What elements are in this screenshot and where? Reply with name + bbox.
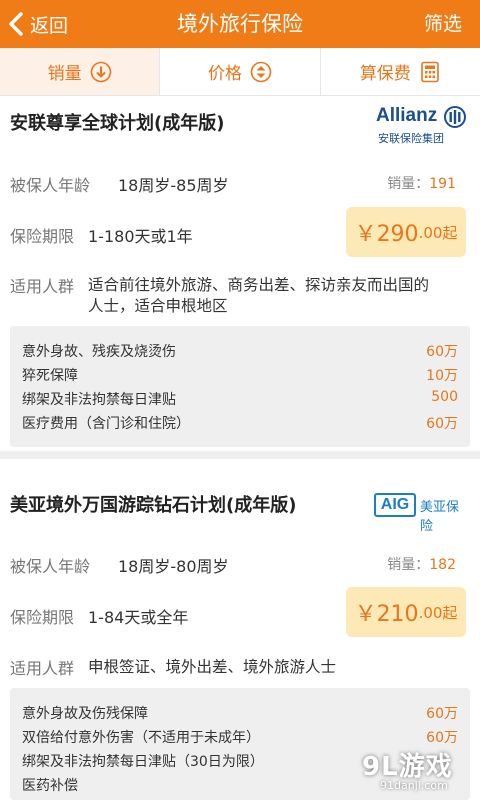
sort-by-sales[interactable]: 销量 (0, 48, 161, 95)
sort-toggle-icon (250, 61, 272, 83)
group-value-line1: 适合前往境外旅游、商务出差、探访亲友而出国的 (88, 276, 430, 294)
period-value: 1-84天或全年 (88, 608, 189, 627)
product-card[interactable]: 安联尊享全球计划(成年版) Allianz 安联保险集团 被保人年龄 18周岁-… (0, 97, 480, 447)
sort-sales-label: 销量 (47, 64, 82, 84)
top-bar: 返回 境外旅行保险 筛选 (0, 0, 480, 48)
coverage-item: 双倍给付意外伤害（不适用于未成年） 60万 (22, 730, 458, 746)
group-label: 适用人群 (10, 277, 75, 296)
sort-bar: 销量 价格 算保费 (0, 48, 480, 96)
coverage-list: 意外身故、残疾及烧烫伤 60万 猝死保障 10万 绑架及非法拘禁每日津贴 500… (10, 326, 470, 447)
page-title: 境外旅行保险 (177, 12, 303, 36)
product-name: 美亚境外万国游踪钻石计划(成年版) (10, 495, 297, 516)
age-value: 18周岁-80周岁 (118, 557, 229, 576)
sort-by-price[interactable]: 价格 (160, 48, 321, 95)
filter-button[interactable]: 筛选 (424, 0, 462, 48)
age-label: 被保人年龄 (10, 176, 91, 195)
age-label: 被保人年龄 (10, 557, 91, 576)
coverage-item: 医疗费用（含门诊和住院） 60万 (22, 416, 458, 432)
chevron-left-icon (9, 12, 23, 36)
group-label: 适用人群 (10, 659, 75, 678)
aig-logo: AIG 美亚保险 (374, 493, 466, 534)
calc-premium-label: 算保费 (359, 64, 411, 84)
allianz-emblem-icon (444, 106, 466, 128)
coverage-item: 意外身故及伤残保障 60万 (22, 706, 458, 722)
calculator-icon (419, 61, 441, 83)
back-label: 返回 (30, 14, 69, 37)
coverage-item: 绑架及非法拘禁每日津贴 500 (22, 389, 458, 408)
sales-count: 销量：191 (387, 176, 456, 192)
period-label: 保险期限 (10, 227, 75, 246)
coverage-item: 意外身故、残疾及烧烫伤 60万 (22, 344, 458, 360)
group-value-line1: 申根签证、境外出差、境外旅游人士 (88, 658, 337, 676)
calculate-premium[interactable]: 算保费 (321, 48, 480, 95)
product-name: 安联尊享全球计划(成年版) (10, 113, 225, 134)
allianz-logo: Allianz 安联保险集团 (376, 105, 466, 145)
period-value: 1-180天或1年 (88, 227, 193, 246)
age-value: 18周岁-85周岁 (118, 176, 229, 195)
back-button[interactable]: 返回 (8, 0, 68, 48)
sales-count: 销量：182 (387, 557, 456, 573)
coverage-item: 猝死保障 10万 (22, 368, 458, 384)
price-tag[interactable]: ￥210.00起 (346, 587, 466, 637)
sort-price-label: 价格 (207, 64, 242, 84)
price-tag[interactable]: ￥290.00起 (346, 207, 466, 257)
site-watermark: 9L游戏 91danji.com (362, 752, 453, 792)
group-value-line2: 人士，适合申根地区 (88, 297, 228, 315)
arrow-down-circle-icon (90, 61, 112, 83)
card-divider (0, 451, 480, 459)
period-label: 保险期限 (10, 608, 75, 627)
